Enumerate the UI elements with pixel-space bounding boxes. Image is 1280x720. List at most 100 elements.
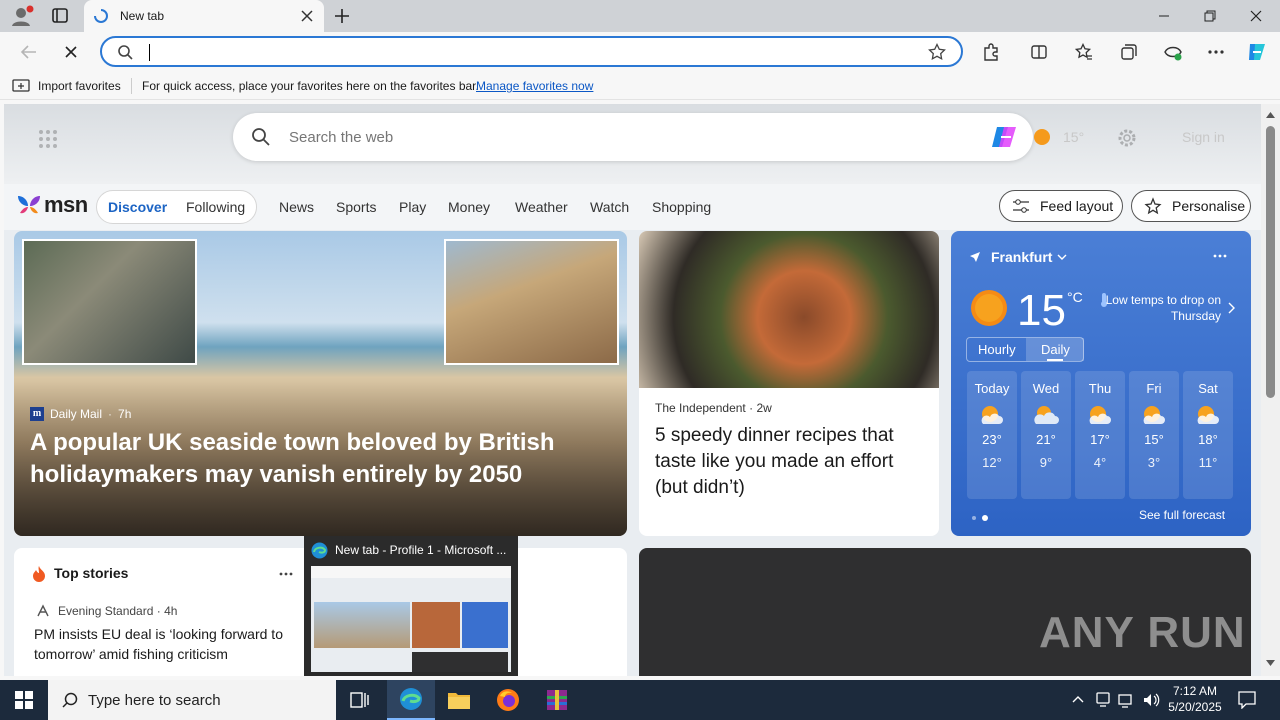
address-bar[interactable] xyxy=(100,36,963,67)
tab-discover[interactable]: Discover xyxy=(108,199,167,215)
hero-source-name: Daily Mail xyxy=(50,407,103,421)
new-tab-button[interactable] xyxy=(332,6,352,26)
restore-button[interactable] xyxy=(1187,0,1233,32)
carousel-dots[interactable] xyxy=(971,515,995,521)
tab-daily-indicator xyxy=(1047,359,1063,361)
nav-money[interactable]: Money xyxy=(448,199,490,215)
forecast-high: 23° xyxy=(982,432,1002,447)
story-headline[interactable]: 5 speedy dinner recipes that taste like … xyxy=(655,423,930,501)
feed-layout-button[interactable]: Feed layout xyxy=(999,190,1123,222)
forecast-day-thu[interactable]: Thu 17° 4° xyxy=(1075,371,1125,499)
taskbar-search[interactable]: Type here to search xyxy=(48,680,336,720)
story-card-recipes[interactable]: The Independent · 2w 5 speedy dinner rec… xyxy=(639,231,939,536)
import-favorites-icon xyxy=(12,78,30,93)
volume-icon[interactable] xyxy=(1142,692,1160,708)
start-button[interactable] xyxy=(0,680,48,720)
taskbar-firefox[interactable] xyxy=(484,680,532,720)
tab-daily[interactable]: Daily xyxy=(1041,342,1070,357)
task-view-button[interactable] xyxy=(336,680,384,720)
msn-butterfly-icon xyxy=(16,193,42,217)
forecast-day-today[interactable]: Today 23° 12° xyxy=(967,371,1017,499)
sun-icon xyxy=(1033,128,1051,146)
web-search-box[interactable]: Search the web xyxy=(233,113,1033,161)
nav-sports[interactable]: Sports xyxy=(336,199,376,215)
hero-headline[interactable]: A popular UK seaside town beloved by Bri… xyxy=(30,427,590,491)
copilot-icon[interactable] xyxy=(1244,39,1270,65)
settings-gear-icon[interactable] xyxy=(1117,128,1137,148)
forecast-day-fri[interactable]: Fri 15° 3° xyxy=(1129,371,1179,499)
tab-following[interactable]: Following xyxy=(186,199,245,215)
nav-weather[interactable]: Weather xyxy=(515,199,568,215)
msn-page: Search the web 15° Sign in msn Discover … xyxy=(4,104,1261,676)
network-icon[interactable] xyxy=(1118,692,1136,708)
more-menu-icon[interactable] xyxy=(1203,39,1229,65)
system-clock[interactable]: 7:12 AM 5/20/2025 xyxy=(1160,683,1230,715)
taskbar-edge[interactable] xyxy=(387,680,435,720)
evening-standard-icon xyxy=(36,604,50,618)
chevron-down-icon[interactable] xyxy=(1057,254,1067,262)
sunny-icon xyxy=(970,289,1008,327)
preview-title: New tab - Profile 1 - Microsoft ... xyxy=(335,543,507,557)
weather-unit: °C xyxy=(1067,289,1083,305)
see-full-forecast-link[interactable]: See full forecast xyxy=(1139,508,1225,522)
nav-news[interactable]: News xyxy=(279,199,314,215)
top-stories-more-icon[interactable] xyxy=(279,572,293,576)
import-favorites-button[interactable]: Import favorites xyxy=(12,78,121,93)
taskbar-window-preview[interactable]: New tab - Profile 1 - Microsoft ... xyxy=(304,536,518,676)
close-tab-icon[interactable] xyxy=(300,9,314,23)
personalise-button[interactable]: Personalise xyxy=(1131,190,1251,222)
top-story-source: Evening Standard · 4h xyxy=(58,604,177,618)
sign-in-button[interactable]: Sign in xyxy=(1182,129,1225,145)
copilot-search-icon[interactable] xyxy=(991,123,1021,151)
search-icon xyxy=(117,44,134,61)
app-launcher-icon[interactable] xyxy=(38,129,58,149)
daily-mail-logo-icon: m xyxy=(30,407,44,421)
scrollbar-thumb[interactable] xyxy=(1266,126,1275,398)
back-button[interactable] xyxy=(16,39,42,65)
notifications-icon[interactable] xyxy=(1238,691,1256,709)
weather-city[interactable]: Frankfurt xyxy=(991,249,1052,265)
scroll-down-arrow-icon[interactable] xyxy=(1266,660,1275,666)
video-card[interactable]: ANY RUN xyxy=(639,548,1251,676)
performance-icon[interactable] xyxy=(1160,39,1186,65)
tab-actions-icon[interactable] xyxy=(50,7,70,25)
tab-hourly[interactable]: Hourly xyxy=(978,342,1016,357)
taskbar-file-explorer[interactable] xyxy=(435,680,483,720)
taskbar-search-placeholder: Type here to search xyxy=(88,691,221,709)
toolbar xyxy=(0,32,1280,72)
story-image-tray-bake xyxy=(639,231,939,388)
scroll-up-arrow-icon[interactable] xyxy=(1266,112,1275,118)
nav-shopping[interactable]: Shopping xyxy=(652,199,711,215)
personalise-label: Personalise xyxy=(1172,198,1246,214)
top-story-headline[interactable]: PM insists EU deal is ‘looking forward t… xyxy=(34,624,304,664)
forecast-day-wed[interactable]: Wed 21° 9° xyxy=(1021,371,1071,499)
weather-card[interactable]: Frankfurt 15 °C Low temps to drop on Thu… xyxy=(951,231,1251,536)
favorite-star-icon[interactable] xyxy=(928,43,946,61)
nav-watch[interactable]: Watch xyxy=(590,199,629,215)
extensions-icon[interactable] xyxy=(978,39,1004,65)
show-hidden-icons-chevron[interactable] xyxy=(1072,695,1084,703)
weather-more-icon[interactable] xyxy=(1213,254,1227,258)
msn-wordmark: msn xyxy=(44,192,88,217)
tab-new-tab[interactable]: New tab xyxy=(84,0,324,32)
hero-story-card[interactable]: m Daily Mail · 7h A popular UK seaside t… xyxy=(14,231,627,536)
forecast-day-sat[interactable]: Sat 18° 11° xyxy=(1183,371,1233,499)
vertical-scrollbar[interactable] xyxy=(1261,104,1280,676)
story-age: 2w xyxy=(756,401,772,415)
nav-play[interactable]: Play xyxy=(399,199,426,215)
chevron-right-icon[interactable] xyxy=(1228,302,1236,314)
minimize-button[interactable] xyxy=(1141,0,1187,32)
profile-icon[interactable] xyxy=(10,5,34,27)
stop-loading-button[interactable] xyxy=(58,39,84,65)
split-screen-icon[interactable] xyxy=(1026,39,1052,65)
close-window-button[interactable] xyxy=(1233,0,1279,32)
import-favorites-label: Import favorites xyxy=(38,78,121,93)
tray-app-icon[interactable] xyxy=(1096,692,1110,708)
favorites-icon[interactable] xyxy=(1071,39,1097,65)
location-arrow-icon xyxy=(969,251,981,263)
taskbar-winrar[interactable] xyxy=(533,680,581,720)
msn-logo[interactable]: msn xyxy=(16,192,88,218)
collections-icon[interactable] xyxy=(1116,39,1142,65)
preview-toolbar xyxy=(311,566,511,578)
manage-favorites-link[interactable]: Manage favorites now xyxy=(476,79,593,93)
